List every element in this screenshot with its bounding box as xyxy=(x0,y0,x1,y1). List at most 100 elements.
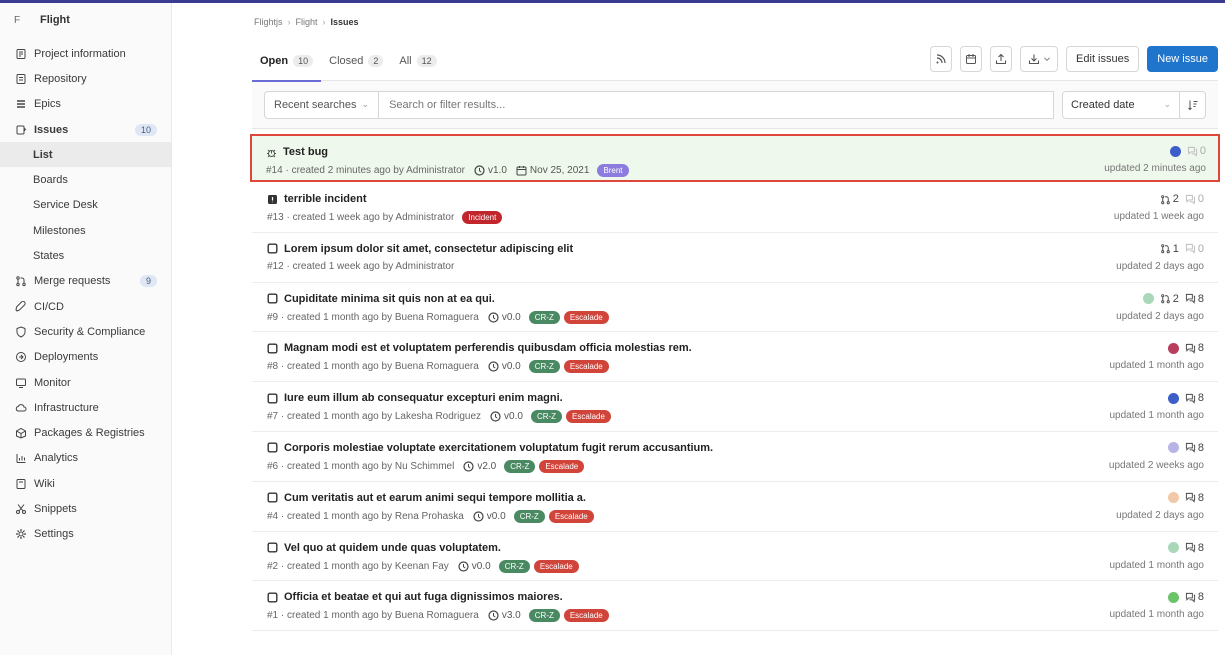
sidebar-item-infrastructure[interactable]: Infrastructure xyxy=(0,395,171,420)
issue-row[interactable]: Vel quo at quidem unde quas voluptatem. #… xyxy=(252,532,1218,582)
issue-title-link[interactable]: Test bug xyxy=(283,146,328,158)
issue-title-link[interactable]: Vel quo at quidem unde quas voluptatem. xyxy=(284,542,501,554)
sort-direction-button[interactable] xyxy=(1180,90,1206,119)
sidebar-item-merge-requests[interactable]: Merge requests 9 xyxy=(0,269,171,294)
issue-row[interactable]: terrible incident #13 · created 1 week ag… xyxy=(252,183,1218,233)
issue-title-link[interactable]: Corporis molestiae voluptate exercitatio… xyxy=(284,442,713,454)
issue-title-link[interactable]: Cum veritatis aut et earum animi sequi t… xyxy=(284,492,586,504)
assignee-avatar[interactable] xyxy=(1167,591,1179,603)
sidebar-item-security-compliance[interactable]: Security & Compliance xyxy=(0,319,171,344)
sidebar-item-issues[interactable]: Issues 10 xyxy=(0,117,171,142)
assignee-avatar[interactable] xyxy=(1167,342,1179,354)
updated-time: updated 1 month ago xyxy=(1109,559,1204,571)
sidebar-item-monitor[interactable]: Monitor xyxy=(0,370,171,395)
import-button[interactable] xyxy=(990,46,1013,72)
sidebar-item-deployments[interactable]: Deployments xyxy=(0,345,171,370)
tab-closed[interactable]: Closed 2 xyxy=(321,41,391,81)
breadcrumb-project[interactable]: Flight xyxy=(296,17,318,27)
assignee-avatar[interactable] xyxy=(1167,392,1179,404)
sidebar-item-repository[interactable]: Repository xyxy=(0,66,171,91)
sidebar-item-settings[interactable]: Settings xyxy=(0,522,171,547)
label-badge[interactable]: CR-Z xyxy=(513,509,545,523)
tab-open[interactable]: Open 10 xyxy=(252,41,322,82)
issue-title-link[interactable]: terrible incident xyxy=(284,193,367,205)
cloud-icon xyxy=(14,401,28,415)
calendar-subscribe-button[interactable] xyxy=(960,46,983,72)
milestone-link[interactable]: v2.0 xyxy=(477,461,496,472)
label-badge[interactable]: CR-Z xyxy=(504,459,536,473)
sidebar-item-boards[interactable]: Boards xyxy=(0,167,171,192)
milestone-link[interactable]: v0.0 xyxy=(502,361,521,372)
issue-title-link[interactable]: Lorem ipsum dolor sit amet, consectetur … xyxy=(284,243,573,255)
label-badge[interactable]: CR-Z xyxy=(528,310,560,324)
label-badge[interactable]: Incident xyxy=(462,211,503,224)
rss-button[interactable] xyxy=(930,46,953,72)
label-badge[interactable]: Escalade xyxy=(548,509,594,523)
comment-icon xyxy=(1185,443,1195,454)
label-badge[interactable]: Escalade xyxy=(563,609,609,623)
issue-row[interactable]: Cupiditate minima sit quis non at ea qui… xyxy=(252,283,1218,333)
issue-row[interactable]: Officia et beatae et qui aut fuga dignis… xyxy=(252,581,1218,632)
sidebar-item-states[interactable]: States xyxy=(0,243,171,268)
issue-title-link[interactable]: Officia et beatae et qui aut fuga dignis… xyxy=(284,591,563,603)
issue-title-link[interactable]: Iure eum illum ab consequatur excepturi … xyxy=(284,392,563,404)
assignee-avatar[interactable] xyxy=(1169,145,1181,157)
assignee-avatar[interactable] xyxy=(1142,293,1154,305)
milestone-link[interactable]: v0.0 xyxy=(487,511,506,522)
project-header[interactable]: F Flight xyxy=(0,3,171,37)
label-badge[interactable]: CR-Z xyxy=(530,410,563,424)
issue-row[interactable]: Magnam modi est et voluptatem perferendi… xyxy=(252,332,1218,383)
search-input[interactable] xyxy=(378,90,1054,119)
breadcrumb-current[interactable]: Issues xyxy=(331,17,359,27)
sidebar-item-packages-registries[interactable]: Packages & Registries xyxy=(0,420,171,445)
label-badge[interactable]: Escalade xyxy=(566,410,611,424)
sort-dropdown[interactable]: Created date ⌄ xyxy=(1062,90,1180,119)
label-badge[interactable]: Brent xyxy=(597,164,629,177)
milestone-link[interactable]: v0.0 xyxy=(504,411,523,422)
issue-row[interactable]: Iure eum illum ab consequatur excepturi … xyxy=(252,382,1218,432)
issue-row[interactable]: Corporis molestiae voluptate exercitatio… xyxy=(252,432,1218,482)
issue-row[interactable]: Cum veritatis aut et earum animi sequi t… xyxy=(252,482,1218,532)
assignee-avatar[interactable] xyxy=(1167,492,1179,504)
sidebar-item-epics[interactable]: Epics xyxy=(0,92,171,117)
milestone-link[interactable]: v0.0 xyxy=(502,312,521,323)
label-badge[interactable]: Escalade xyxy=(563,310,609,324)
sidebar-item-list[interactable]: List xyxy=(0,142,171,168)
sidebar-item-analytics[interactable]: Analytics xyxy=(0,446,171,471)
clock-icon xyxy=(474,165,485,176)
sidebar-item-snippets[interactable]: Snippets xyxy=(0,496,171,521)
comments-count-value: 8 xyxy=(1197,541,1204,554)
milestone-link[interactable]: v3.0 xyxy=(502,610,521,621)
label-badge[interactable]: CR-Z xyxy=(528,360,560,374)
milestone-link[interactable]: v0.0 xyxy=(472,561,491,572)
new-issue-button[interactable]: New issue xyxy=(1147,46,1218,72)
sidebar-item-wiki[interactable]: Wiki xyxy=(0,471,171,496)
issue-title-link[interactable]: Magnam modi est et voluptatem perferendi… xyxy=(284,342,692,354)
label-badge[interactable]: Escalade xyxy=(539,459,585,473)
sidebar-item-milestones[interactable]: Milestones xyxy=(0,218,171,243)
label-badge[interactable]: Escalade xyxy=(563,360,609,374)
package-icon xyxy=(14,426,28,440)
assignee-avatar[interactable] xyxy=(1167,442,1179,454)
milestone-link[interactable]: v1.0 xyxy=(488,165,507,176)
issue-title-link[interactable]: Cupiditate minima sit quis non at ea qui… xyxy=(284,293,495,305)
label-badge[interactable]: CR-Z xyxy=(498,559,530,573)
label-badge[interactable]: CR-Z xyxy=(528,609,560,623)
edit-issues-button[interactable]: Edit issues xyxy=(1066,46,1140,72)
issue-row[interactable]: Lorem ipsum dolor sit amet, consectetur … xyxy=(252,233,1218,283)
label-badge[interactable]: Escalade xyxy=(533,559,579,573)
comments-count-value: 0 xyxy=(1197,242,1204,255)
sidebar-item-service-desk[interactable]: Service Desk xyxy=(0,193,171,218)
sidebar-item-project-information[interactable]: Project information xyxy=(0,41,171,66)
comments-count: 8 xyxy=(1185,542,1204,554)
sidebar-item-ci-cd[interactable]: CI/CD xyxy=(0,294,171,319)
recent-searches-dropdown[interactable]: Recent searches ⌄ xyxy=(264,90,379,119)
assignee-avatar[interactable] xyxy=(1167,542,1179,554)
issue-row[interactable]: Test bug #14 · created 2 minutes ago by A… xyxy=(250,134,1220,182)
breadcrumb-group[interactable]: Flightjs xyxy=(254,17,283,27)
sidebar-item-label: Repository xyxy=(34,72,87,85)
export-dropdown-button[interactable] xyxy=(1020,46,1059,72)
upload-icon xyxy=(995,53,1007,65)
tab-all[interactable]: All 12 xyxy=(391,41,444,81)
issue-stats: 2 0 updated 1 week ago xyxy=(1114,193,1204,222)
